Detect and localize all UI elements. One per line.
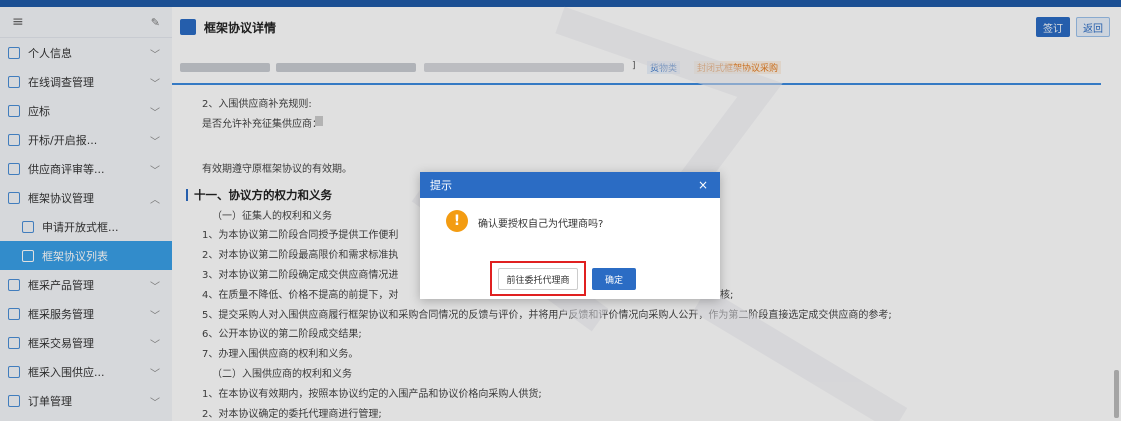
warning-icon: ! — [446, 210, 468, 232]
dialog-header: 提示 × — [420, 172, 720, 198]
confirm-button[interactable]: 确定 — [592, 268, 636, 290]
dialog-title: 提示 — [430, 179, 452, 192]
dialog-message: 确认要授权自己为代理商吗? — [478, 219, 604, 230]
highlight-box — [490, 261, 586, 296]
close-icon[interactable]: × — [698, 178, 708, 192]
dialog-body: ! 确认要授权自己为代理商吗? 前往委托代理商 确定 — [420, 198, 720, 299]
confirm-dialog: 提示 × ! 确认要授权自己为代理商吗? 前往委托代理商 确定 — [420, 172, 720, 299]
